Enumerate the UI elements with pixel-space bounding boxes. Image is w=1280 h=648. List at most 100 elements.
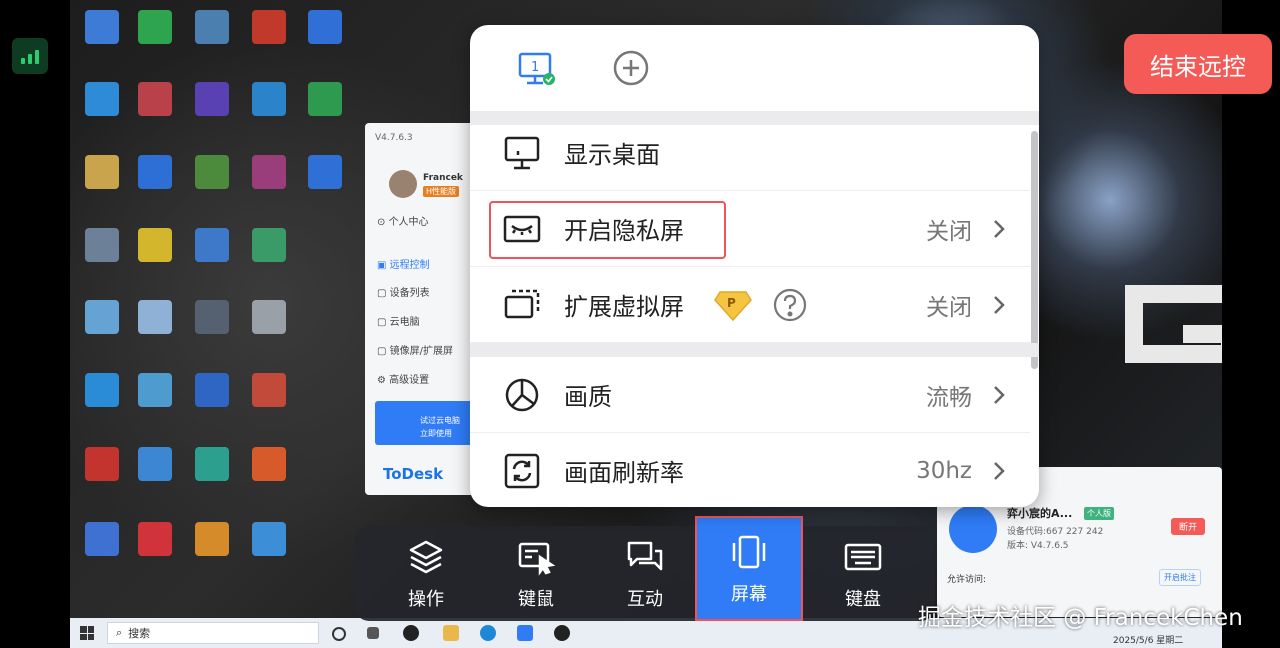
help-icon[interactable] (773, 288, 807, 322)
menu-item-quality[interactable]: 画质 流畅 (470, 357, 1030, 433)
user-badge: H性能版 (423, 186, 460, 197)
desktop-icon[interactable] (252, 10, 286, 44)
watermark: 掘金技术社区 @ FrancekChen (918, 605, 1243, 631)
nav-advanced-settings[interactable]: ⚙ 高级设置 (377, 371, 429, 386)
keyboard-mouse-button[interactable]: 键鼠 (482, 526, 590, 621)
quality-icon (505, 378, 539, 411)
qq-icon[interactable] (554, 625, 570, 641)
desktop-icon[interactable] (138, 373, 172, 407)
approve-button[interactable]: 开启批注 (1159, 569, 1201, 586)
todesk-window: V4.7.6.3 Francek H性能版 ⊙ 个人中心 ▣ 远程控制 ▢ 设备… (365, 123, 475, 495)
monitor-number: 1 (531, 60, 539, 75)
desktop-icon[interactable] (252, 373, 286, 407)
edge-icon[interactable] (480, 625, 496, 641)
user-name: Francek (423, 173, 463, 183)
desktop-icon[interactable] (195, 522, 229, 556)
todesk-taskbar-icon[interactable] (517, 625, 533, 641)
cortana-icon[interactable] (332, 627, 346, 641)
desktop-icon[interactable] (138, 522, 172, 556)
desktop-icon[interactable] (138, 228, 172, 262)
tool-label: 键鼠 (518, 588, 554, 610)
desktop-icon[interactable] (195, 373, 229, 407)
desktop-icon[interactable] (195, 300, 229, 334)
desktop-icon[interactable] (195, 447, 229, 481)
menu-item-virtual-screen[interactable]: 扩展虚拟屏 P 关闭 (470, 267, 1030, 343)
desktop-icon[interactable] (195, 228, 229, 262)
cloud-pc-promo[interactable]: 试过云电脑 立即使用 (375, 401, 475, 445)
privacy-highlight-box (489, 201, 726, 259)
chat-icon (627, 541, 663, 570)
desktop-icon[interactable] (85, 228, 119, 262)
menu-scrollbar[interactable] (1031, 131, 1038, 369)
desktop-icon[interactable] (138, 300, 172, 334)
keyboard-button[interactable]: 键盘 (809, 526, 917, 621)
desktop-icon[interactable] (252, 82, 286, 116)
end-remote-button[interactable]: 结束远控 (1124, 34, 1272, 94)
desktop-icon[interactable] (85, 155, 119, 189)
user-avatar[interactable] (389, 170, 417, 198)
desktop-icon[interactable] (138, 10, 172, 44)
desktop-icon[interactable] (308, 155, 342, 189)
device-avatar (949, 505, 997, 553)
nav-remote-control[interactable]: ▣ 远程控制 (377, 256, 430, 271)
keyboard-mouse-icon (518, 542, 556, 576)
desktop-icon[interactable] (308, 10, 342, 44)
personal-center-link[interactable]: ⊙ 个人中心 (377, 213, 429, 228)
taskbar-search[interactable]: ⌕ 搜索 (107, 622, 319, 644)
menu-item-value: 关闭 (926, 294, 972, 321)
monitor-selected-icon[interactable]: 1 (518, 52, 556, 86)
windows-start-icon[interactable] (80, 626, 94, 640)
desktop-icon[interactable] (138, 447, 172, 481)
screen-button[interactable]: 屏幕 (695, 516, 803, 621)
right-bar (1222, 0, 1280, 648)
operation-button[interactable]: 操作 (372, 526, 480, 621)
todesk-version: V4.7.6.3 (375, 133, 413, 143)
vip-diamond-icon: P (714, 290, 752, 321)
nav-device-list[interactable]: ▢ 设备列表 (377, 284, 430, 299)
desktop-icon[interactable] (85, 10, 119, 44)
menu-item-label: 画质 (564, 383, 612, 411)
menu-item-label: 扩展虚拟屏 (564, 293, 684, 321)
desktop-icon[interactable] (252, 447, 286, 481)
device-code: 设备代码:667 227 242 (1007, 527, 1104, 537)
desktop-icon[interactable] (252, 155, 286, 189)
menu-item-refresh-rate[interactable]: 画面刷新率 30hz (470, 433, 1030, 507)
desktop-icon[interactable] (85, 373, 119, 407)
taskbar-date: 2025/5/6 星期二 (1113, 636, 1184, 646)
dell-icon[interactable] (403, 625, 419, 641)
desktop-icon[interactable] (85, 82, 119, 116)
task-view-icon[interactable] (367, 627, 379, 639)
add-monitor-icon[interactable] (612, 49, 650, 87)
nav-mirror-screen[interactable]: ▢ 镜像屏/扩展屏 (377, 342, 453, 357)
desktop-icon[interactable] (138, 155, 172, 189)
menu-divider (470, 343, 1039, 357)
interaction-button[interactable]: 互动 (591, 526, 699, 621)
keyboard-icon (844, 543, 882, 570)
nav-cloud-pc[interactable]: ▢ 云电脑 (377, 313, 420, 328)
desktop-icon[interactable] (195, 82, 229, 116)
signal-strength-icon (12, 38, 48, 74)
desktop-icon[interactable] (252, 522, 286, 556)
promo-line1: 试过云电脑 (420, 416, 460, 425)
desktop-icon[interactable] (308, 82, 342, 116)
desktop-icon[interactable] (195, 10, 229, 44)
personal-center-label: 个人中心 (388, 217, 429, 228)
device-name: 弈小宸的A... (1007, 507, 1073, 520)
tool-label: 屏幕 (731, 583, 767, 605)
desktop-icon[interactable] (85, 522, 119, 556)
left-bar (0, 0, 70, 648)
search-icon: ⌕ (116, 626, 123, 639)
file-explorer-icon[interactable] (443, 625, 459, 641)
desktop-icon[interactable] (252, 300, 286, 334)
menu-item-show-desktop[interactable]: 显示桌面 (470, 115, 1030, 191)
menu-item-label: 显示桌面 (564, 141, 660, 169)
tool-label: 操作 (408, 588, 444, 610)
desktop-icon[interactable] (85, 447, 119, 481)
desktop-icon[interactable] (252, 228, 286, 262)
desktop-icon[interactable] (85, 300, 119, 334)
todesk-logo: ToDesk (383, 465, 444, 483)
tool-label: 键盘 (845, 588, 881, 610)
desktop-icon[interactable] (195, 155, 229, 189)
disconnect-button[interactable]: 断开 (1171, 518, 1206, 535)
desktop-icon[interactable] (138, 82, 172, 116)
